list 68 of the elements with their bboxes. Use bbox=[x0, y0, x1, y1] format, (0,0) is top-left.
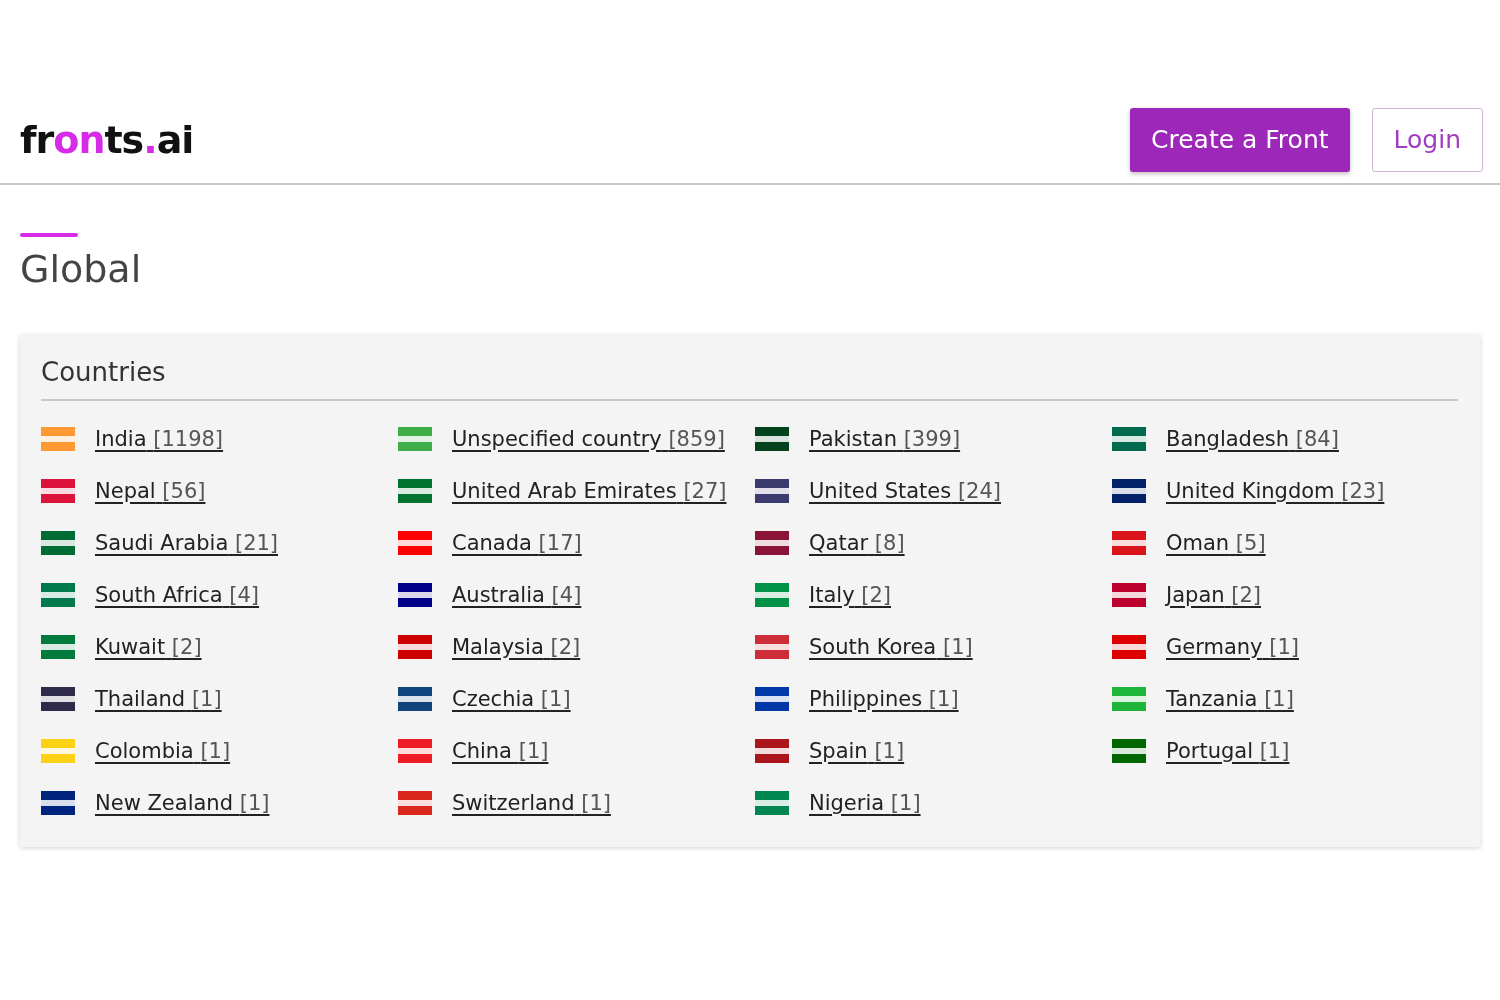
country-link[interactable]: Colombia [1] bbox=[95, 734, 231, 768]
section-title: Global bbox=[20, 247, 143, 291]
country-link[interactable]: Pakistan [399] bbox=[809, 422, 961, 456]
country-link[interactable]: Nigeria [1] bbox=[809, 786, 921, 820]
country-link[interactable]: South Africa [4] bbox=[95, 578, 260, 612]
country-link[interactable]: Australia [4] bbox=[452, 578, 582, 612]
country-link[interactable]: Portugal [1] bbox=[1166, 734, 1290, 768]
flag-icon bbox=[41, 739, 75, 763]
flag-icon bbox=[1112, 427, 1146, 451]
flag-icon bbox=[1112, 531, 1146, 555]
flag-icon bbox=[41, 427, 75, 451]
country-link[interactable]: Italy [2] bbox=[809, 578, 891, 612]
country-link[interactable]: South Korea [1] bbox=[809, 630, 973, 664]
country-link[interactable]: Nepal [56] bbox=[95, 474, 206, 508]
country-link[interactable]: China [1] bbox=[452, 734, 549, 768]
create-button[interactable]: Create a Front bbox=[1130, 107, 1350, 172]
flag-icon bbox=[398, 479, 432, 503]
flag-icon bbox=[41, 687, 75, 711]
flag-icon bbox=[755, 479, 789, 503]
flag-icon bbox=[755, 687, 789, 711]
flag-icon bbox=[398, 687, 432, 711]
flag-icon bbox=[755, 739, 789, 763]
country-link[interactable]: Malaysia [2] bbox=[452, 630, 581, 664]
country-link[interactable]: United States [24] bbox=[809, 474, 1001, 508]
flag-icon bbox=[1112, 635, 1146, 659]
country-link[interactable]: Unspecified country [859] bbox=[452, 422, 725, 456]
country-link[interactable]: Czechia [1] bbox=[452, 682, 571, 716]
country-link[interactable]: Philippines [1] bbox=[809, 682, 959, 716]
flag-icon bbox=[1112, 739, 1146, 763]
country-link[interactable]: Germany [1] bbox=[1166, 630, 1299, 664]
flag-icon bbox=[398, 635, 432, 659]
card-title: Countries bbox=[41, 357, 1458, 401]
flag-icon bbox=[398, 583, 432, 607]
flag-icon bbox=[398, 531, 432, 555]
flag-icon bbox=[755, 583, 789, 607]
flag-icon bbox=[41, 531, 75, 555]
flag-icon bbox=[41, 479, 75, 503]
country-link[interactable]: Kuwait [2] bbox=[95, 630, 202, 664]
country-link[interactable]: Oman [5] bbox=[1166, 526, 1266, 560]
country-link[interactable]: Tanzania [1] bbox=[1166, 682, 1294, 716]
flag-icon bbox=[41, 635, 75, 659]
country-link[interactable]: Bangladesh [84] bbox=[1166, 422, 1339, 456]
logo[interactable]: fronts.ai bbox=[20, 117, 194, 162]
flag-icon bbox=[755, 791, 789, 815]
country-link[interactable]: India [1198] bbox=[95, 422, 224, 456]
flag-icon bbox=[755, 635, 789, 659]
country-link[interactable]: United Kingdom [23] bbox=[1166, 474, 1385, 508]
country-link[interactable]: Japan [2] bbox=[1166, 578, 1261, 612]
flag-icon bbox=[755, 427, 789, 451]
country-link[interactable]: Thailand [1] bbox=[95, 682, 222, 716]
country-link[interactable]: New Zealand [1] bbox=[95, 786, 270, 820]
flag-icon bbox=[755, 531, 789, 555]
country-link[interactable]: United Arab Emirates [27] bbox=[452, 474, 727, 508]
flag-icon bbox=[1112, 479, 1146, 503]
flag-icon bbox=[1112, 583, 1146, 607]
flag-icon bbox=[398, 739, 432, 763]
flag-icon bbox=[398, 791, 432, 815]
flag-icon bbox=[41, 791, 75, 815]
country-link[interactable]: Spain [1] bbox=[809, 734, 905, 768]
country-link[interactable]: Qatar [8] bbox=[809, 526, 905, 560]
flag-icon bbox=[41, 583, 75, 607]
flag-icon bbox=[398, 427, 432, 451]
country-link[interactable]: Saudi Arabia [21] bbox=[95, 526, 279, 560]
country-link[interactable]: Switzerland [1] bbox=[452, 786, 611, 820]
flag-icon bbox=[1112, 687, 1146, 711]
accent-bar bbox=[20, 233, 78, 237]
country-link[interactable]: Canada [17] bbox=[452, 526, 582, 560]
login-button[interactable]: Login bbox=[1371, 107, 1483, 172]
